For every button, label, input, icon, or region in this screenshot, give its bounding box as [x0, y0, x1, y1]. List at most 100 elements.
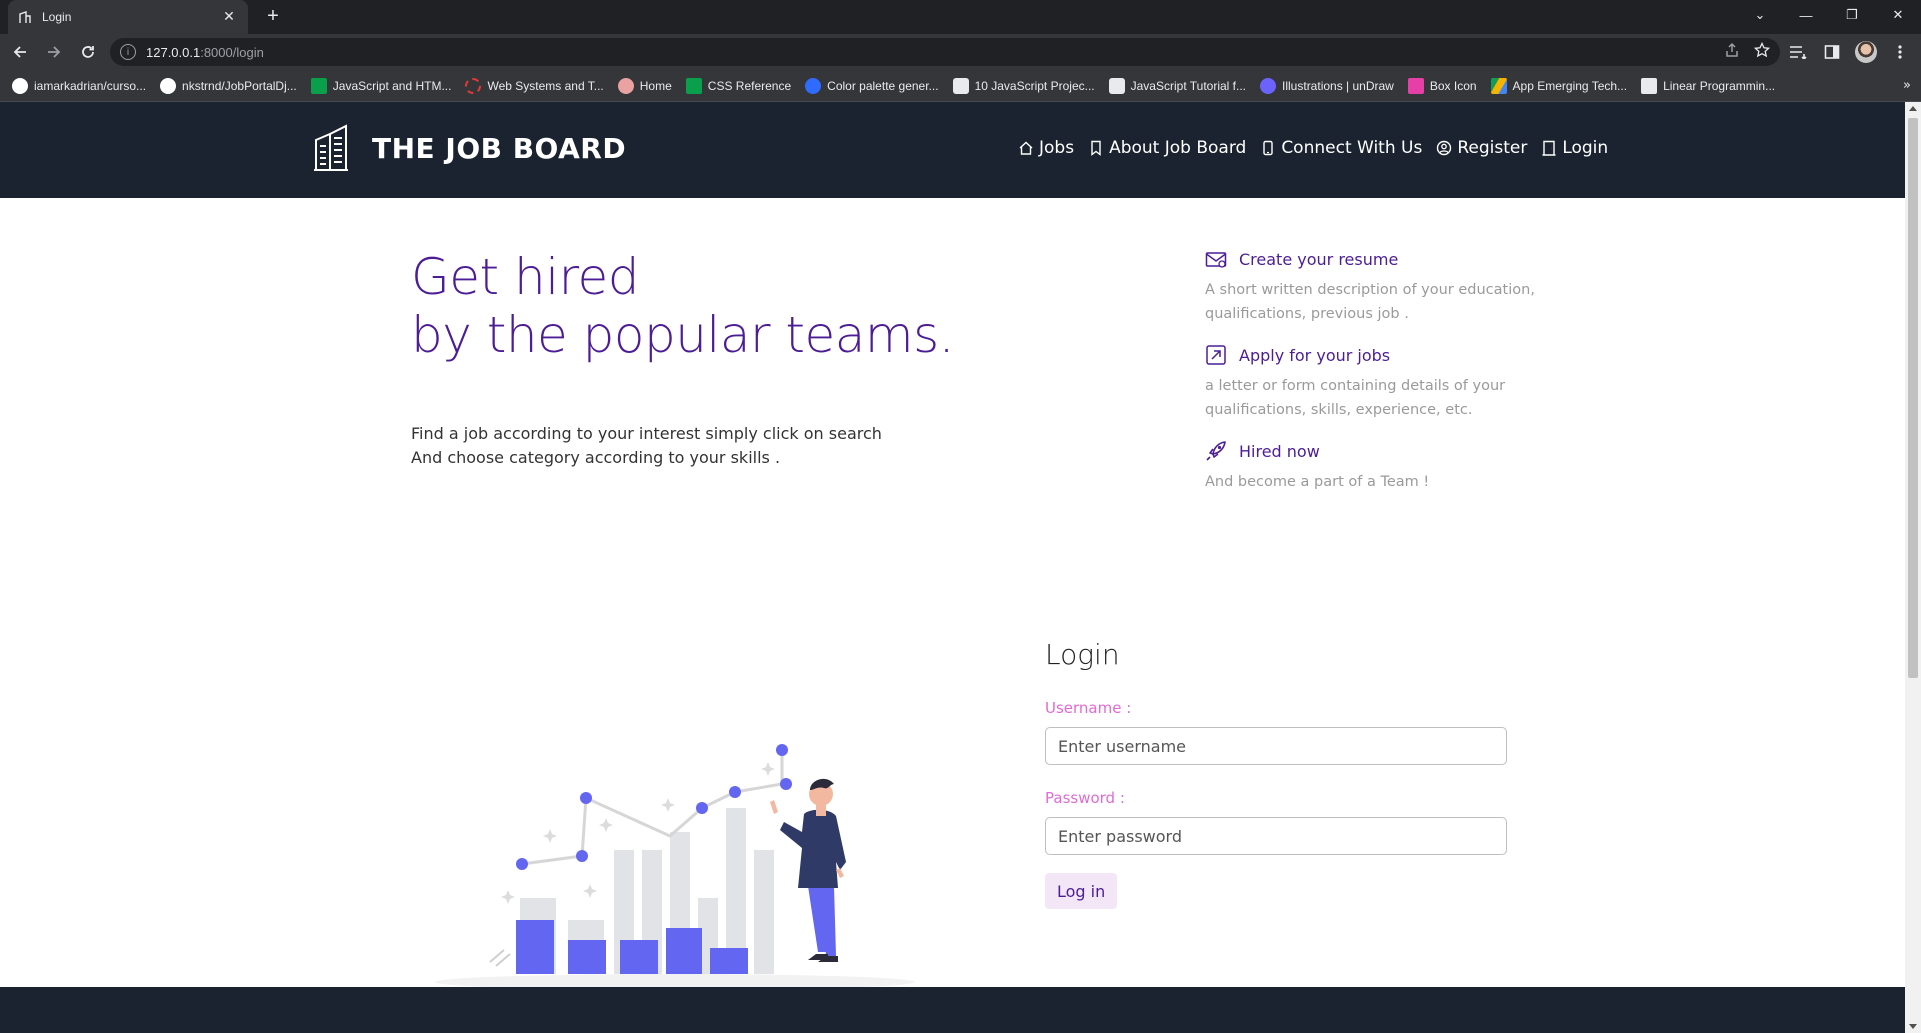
brand[interactable]: THE JOB BOARD	[312, 124, 626, 172]
bookmark-item[interactable]: iamarkadrian/curso...	[12, 77, 147, 94]
page-viewport: THE JOB BOARD Jobs About Job Board Conne…	[0, 102, 1905, 1033]
hero-title-line: Get hired	[411, 248, 640, 306]
building-logo-icon	[314, 124, 348, 171]
hero-text-line: And choose category according to your sk…	[411, 448, 781, 467]
arrow-out-icon	[1206, 345, 1226, 365]
bookmark-label: CSS Reference	[707, 78, 792, 93]
bookmark-item[interactable]: Box Icon	[1407, 77, 1477, 94]
bookmark-label: 10 JavaScript Projec...	[974, 78, 1095, 93]
restore-button[interactable]: ❐	[1829, 0, 1875, 30]
address-bar[interactable]: i 127.0.0.1:8000/login	[110, 38, 1780, 66]
reload-button[interactable]	[74, 38, 102, 66]
hex-icon	[1108, 77, 1125, 94]
home-site-icon	[617, 77, 634, 94]
back-arrow-icon	[13, 46, 26, 58]
nav-label: About Job Board	[1109, 138, 1247, 158]
bookmark-item[interactable]: CSS Reference	[685, 77, 792, 94]
more-menu-icon[interactable]	[1889, 41, 1911, 63]
site-info-icon[interactable]: i	[120, 44, 136, 60]
envelope-icon	[1205, 252, 1227, 268]
feature-desc: a letter or form containing details of y…	[1205, 378, 1506, 418]
phone-icon	[1263, 140, 1274, 156]
bookmark-item[interactable]: 10 JavaScript Projec...	[952, 77, 1095, 94]
bookmark-label: Color palette gener...	[827, 78, 939, 93]
side-panel-icon[interactable]	[1821, 41, 1843, 63]
hex-icon	[952, 77, 969, 94]
bookmark-label: JavaScript and HTM...	[332, 78, 452, 93]
scroll-thumb[interactable]	[1908, 118, 1918, 678]
nav-register[interactable]: Register	[1436, 138, 1527, 158]
close-window-button[interactable]: ✕	[1875, 0, 1921, 30]
brand-name: THE JOB BOARD	[372, 131, 627, 165]
nav-jobs[interactable]: Jobs	[1018, 138, 1074, 158]
feature-desc: A short written description of your educ…	[1205, 282, 1535, 322]
scroll-down-icon[interactable]	[1909, 1024, 1917, 1029]
new-tab-button[interactable]: +	[262, 6, 284, 28]
url-path: :8000/login	[200, 44, 264, 60]
password-label: Password :	[1045, 789, 1125, 807]
bookmark-label: Illustrations | unDraw	[1282, 78, 1394, 93]
minimize-button[interactable]: —	[1783, 0, 1829, 30]
nav-label: Connect With Us	[1281, 138, 1423, 158]
reading-list-icon[interactable]	[1787, 41, 1809, 63]
tab-close-icon[interactable]: ✕	[220, 9, 238, 25]
nav-connect[interactable]: Connect With Us	[1260, 138, 1422, 158]
feature-title[interactable]: Hired now	[1239, 442, 1320, 461]
bookmark-item[interactable]: Home	[617, 77, 672, 94]
feature-item: Hired now And become a part of a Team !	[1205, 440, 1565, 494]
bookmark-label: Web Systems and T...	[487, 78, 604, 93]
hero-title-line: by the popular teams.	[411, 306, 955, 364]
tab-search-button[interactable]: ⌄	[1737, 0, 1783, 30]
bookmark-label: Home	[639, 78, 672, 93]
growth-chart-illustration	[435, 744, 915, 990]
nav-login[interactable]: Login	[1541, 138, 1608, 158]
bookmark-item[interactable]: Linear Programmin...	[1641, 77, 1776, 94]
feature-title[interactable]: Create your resume	[1239, 250, 1398, 269]
share-icon[interactable]	[1724, 42, 1740, 58]
w3-icon	[685, 77, 702, 94]
nav-label: Login	[1562, 138, 1609, 158]
feature-list: Create your resume A short written descr…	[1205, 248, 1565, 512]
site-header: THE JOB BOARD Jobs About Job Board Conne…	[0, 102, 1905, 198]
feature-desc: And become a part of a Team !	[1205, 474, 1430, 490]
password-input[interactable]	[1045, 817, 1507, 855]
back-button[interactable]	[6, 38, 34, 66]
browser-tabstrip: Login ✕ + ⌄ — ❐ ✕	[0, 0, 1921, 34]
username-input[interactable]	[1045, 727, 1507, 765]
browser-tab[interactable]: Login ✕	[8, 0, 248, 34]
bookmark-label: Box Icon	[1429, 78, 1477, 93]
username-label: Username :	[1045, 699, 1132, 717]
bookmarks-bar: iamarkadrian/curso... nkstrnd/JobPortalD…	[0, 70, 1921, 102]
star-icon[interactable]	[1754, 42, 1770, 58]
nav-about[interactable]: About Job Board	[1088, 138, 1246, 158]
scroll-up-icon[interactable]	[1909, 106, 1917, 111]
reload-icon	[82, 46, 94, 58]
forward-button[interactable]	[40, 38, 68, 66]
bookmark-item[interactable]: Illustrations | unDraw	[1260, 77, 1394, 94]
page-scrollbar[interactable]	[1905, 102, 1921, 1033]
bookmark-label: iamarkadrian/curso...	[34, 78, 147, 93]
bookmark-item[interactable]: App Emerging Tech...	[1490, 77, 1627, 94]
feature-item: Apply for your jobs a letter or form con…	[1205, 344, 1565, 422]
feature-head: Create your resume	[1205, 248, 1565, 270]
bookmark-item[interactable]: JavaScript and HTM...	[310, 77, 452, 94]
feature-title[interactable]: Apply for your jobs	[1239, 346, 1390, 365]
bookmark-label: JavaScript Tutorial f...	[1130, 78, 1247, 93]
bookmark-item[interactable]: nkstrnd/JobPortalDj...	[160, 77, 297, 94]
login-form: Login Username : Password : Log in	[1045, 638, 1507, 909]
profile-button[interactable]	[1855, 41, 1877, 63]
login-title: Login	[1045, 638, 1120, 671]
feature-head: Apply for your jobs	[1205, 344, 1565, 366]
w3-icon	[310, 77, 327, 94]
bookmark-item[interactable]: Color palette gener...	[805, 77, 939, 94]
url-host: 127.0.0.1	[146, 44, 201, 60]
bookmarks-overflow-button[interactable]: »	[1903, 78, 1911, 93]
hero-title: Get hired by the popular teams.	[411, 248, 955, 364]
bookmark-item[interactable]: Web Systems and T...	[465, 77, 604, 94]
bookmark-icon	[1091, 140, 1101, 156]
undraw-icon	[1260, 77, 1277, 94]
bookmark-item[interactable]: JavaScript Tutorial f...	[1108, 77, 1247, 94]
login-button[interactable]: Log in	[1045, 873, 1118, 909]
bookmark-label: Linear Programmin...	[1663, 78, 1776, 93]
bookmark-label: nkstrnd/JobPortalDj...	[182, 78, 297, 93]
